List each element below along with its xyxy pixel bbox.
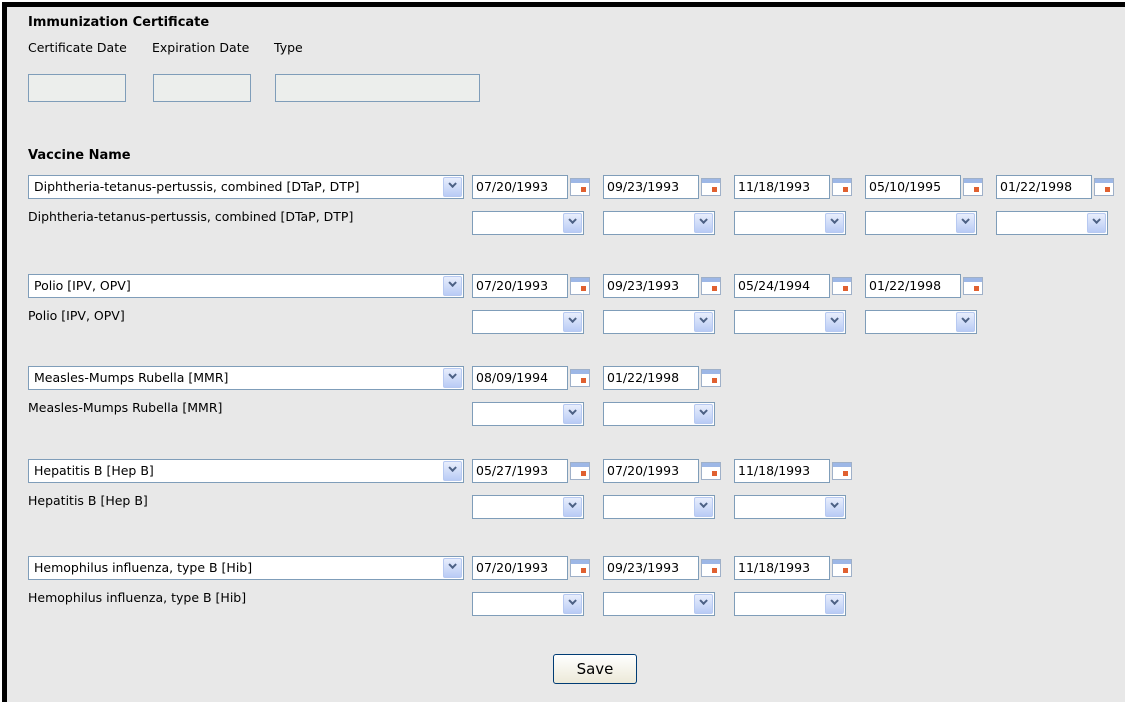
calendar-icon[interactable] (701, 369, 721, 387)
calendar-icon[interactable] (963, 178, 983, 196)
chevron-down-icon[interactable] (563, 213, 582, 233)
vaccine-name-heading: Vaccine Name (28, 148, 131, 163)
calendar-icon[interactable] (570, 178, 590, 196)
chevron-down-icon[interactable] (443, 461, 462, 481)
chevron-down-icon[interactable] (825, 312, 844, 332)
calendar-icon[interactable] (832, 277, 852, 295)
chevron-down-icon[interactable] (443, 558, 462, 578)
chevron-down-icon[interactable] (694, 213, 713, 233)
dose-date-input[interactable]: 01/22/1998 (996, 175, 1092, 199)
vaccine-select[interactable]: Hemophilus influenza, type B [Hib] (28, 556, 464, 580)
vaccine-select[interactable]: Diphtheria-tetanus-pertussis, combined [… (28, 175, 464, 199)
chevron-down-icon[interactable] (563, 594, 582, 614)
vaccine-select-value: Hemophilus influenza, type B [Hib] (34, 560, 253, 575)
vaccine-select[interactable]: Hepatitis B [Hep B] (28, 459, 464, 483)
dose-type-select[interactable] (734, 310, 846, 334)
dose-type-select[interactable] (472, 495, 584, 519)
dose-date-input[interactable]: 11/18/1993 (734, 556, 830, 580)
vaccine-select-value: Diphtheria-tetanus-pertussis, combined [… (34, 179, 360, 194)
dose-date-input[interactable]: 07/20/1993 (603, 459, 699, 483)
chevron-down-icon[interactable] (443, 276, 462, 296)
calendar-icon[interactable] (701, 559, 721, 577)
calendar-icon[interactable] (570, 559, 590, 577)
dose-date-input[interactable]: 05/27/1993 (472, 459, 568, 483)
dose-date-input[interactable]: 01/22/1998 (865, 274, 961, 298)
calendar-icon[interactable] (570, 369, 590, 387)
dose-type-select[interactable] (603, 211, 715, 235)
calendar-icon[interactable] (570, 277, 590, 295)
dose-type-select[interactable] (603, 402, 715, 426)
calendar-icon[interactable] (701, 462, 721, 480)
calendar-icon[interactable] (1094, 178, 1114, 196)
vaccine-select-value: Measles-Mumps Rubella [MMR] (34, 370, 229, 385)
save-button[interactable]: Save (553, 654, 637, 684)
vaccine-select[interactable]: Polio [IPV, OPV] (28, 274, 464, 298)
type-label: Type (274, 40, 303, 55)
calendar-icon[interactable] (701, 178, 721, 196)
dose-date-input[interactable]: 01/22/1998 (603, 366, 699, 390)
dose-date-input[interactable]: 05/24/1994 (734, 274, 830, 298)
calendar-icon[interactable] (832, 178, 852, 196)
certificate-date-field[interactable] (28, 74, 126, 102)
calendar-icon[interactable] (570, 462, 590, 480)
calendar-icon[interactable] (963, 277, 983, 295)
dose-type-select[interactable] (734, 495, 846, 519)
dose-type-select[interactable] (603, 495, 715, 519)
dose-date-input[interactable]: 11/18/1993 (734, 175, 830, 199)
dose-type-select[interactable] (865, 310, 977, 334)
panel-bottom-edge (2, 702, 1125, 706)
chevron-down-icon[interactable] (563, 404, 582, 424)
chevron-down-icon[interactable] (563, 497, 582, 517)
chevron-down-icon[interactable] (443, 177, 462, 197)
dose-date-input[interactable]: 09/23/1993 (603, 556, 699, 580)
chevron-down-icon[interactable] (563, 312, 582, 332)
calendar-icon[interactable] (832, 559, 852, 577)
dose-type-select[interactable] (472, 310, 584, 334)
vaccine-name-label: Hemophilus influenza, type B [Hib] (28, 590, 247, 605)
dose-date-input[interactable]: 07/20/1993 (472, 274, 568, 298)
dose-type-select[interactable] (472, 592, 584, 616)
expiration-date-field[interactable] (153, 74, 251, 102)
dose-date-input[interactable]: 07/20/1993 (472, 175, 568, 199)
dose-type-select[interactable] (734, 211, 846, 235)
calendar-icon[interactable] (701, 277, 721, 295)
chevron-down-icon[interactable] (443, 368, 462, 388)
dose-date-input[interactable]: 05/10/1995 (865, 175, 961, 199)
vaccine-name-label: Measles-Mumps Rubella [MMR] (28, 400, 223, 415)
dose-type-select[interactable] (996, 211, 1108, 235)
dose-date-input[interactable]: 07/20/1993 (472, 556, 568, 580)
vaccine-select[interactable]: Measles-Mumps Rubella [MMR] (28, 366, 464, 390)
calendar-icon[interactable] (832, 462, 852, 480)
vaccine-select-value: Polio [IPV, OPV] (34, 278, 131, 293)
chevron-down-icon[interactable] (1087, 213, 1106, 233)
chevron-down-icon[interactable] (956, 312, 975, 332)
dose-date-input[interactable]: 09/23/1993 (603, 274, 699, 298)
dose-date-input[interactable]: 11/18/1993 (734, 459, 830, 483)
vaccine-name-label: Hepatitis B [Hep B] (28, 493, 148, 508)
chevron-down-icon[interactable] (694, 594, 713, 614)
dose-date-input[interactable]: 08/09/1994 (472, 366, 568, 390)
chevron-down-icon[interactable] (694, 404, 713, 424)
chevron-down-icon[interactable] (694, 312, 713, 332)
dose-type-select[interactable] (865, 211, 977, 235)
dose-type-select[interactable] (603, 310, 715, 334)
vaccine-select-value: Hepatitis B [Hep B] (34, 463, 154, 478)
certificate-date-label: Certificate Date (28, 40, 127, 55)
chevron-down-icon[interactable] (825, 594, 844, 614)
dose-type-select[interactable] (472, 211, 584, 235)
chevron-down-icon[interactable] (694, 497, 713, 517)
vaccine-name-label: Polio [IPV, OPV] (28, 308, 125, 323)
dose-type-select[interactable] (472, 402, 584, 426)
certificate-heading: Immunization Certificate (28, 15, 210, 30)
chevron-down-icon[interactable] (825, 497, 844, 517)
dose-date-input[interactable]: 09/23/1993 (603, 175, 699, 199)
dose-type-select[interactable] (734, 592, 846, 616)
chevron-down-icon[interactable] (825, 213, 844, 233)
expiration-date-label: Expiration Date (152, 40, 250, 55)
chevron-down-icon[interactable] (956, 213, 975, 233)
dose-type-select[interactable] (603, 592, 715, 616)
type-field[interactable] (275, 74, 480, 102)
vaccine-name-label: Diphtheria-tetanus-pertussis, combined [… (28, 209, 354, 224)
